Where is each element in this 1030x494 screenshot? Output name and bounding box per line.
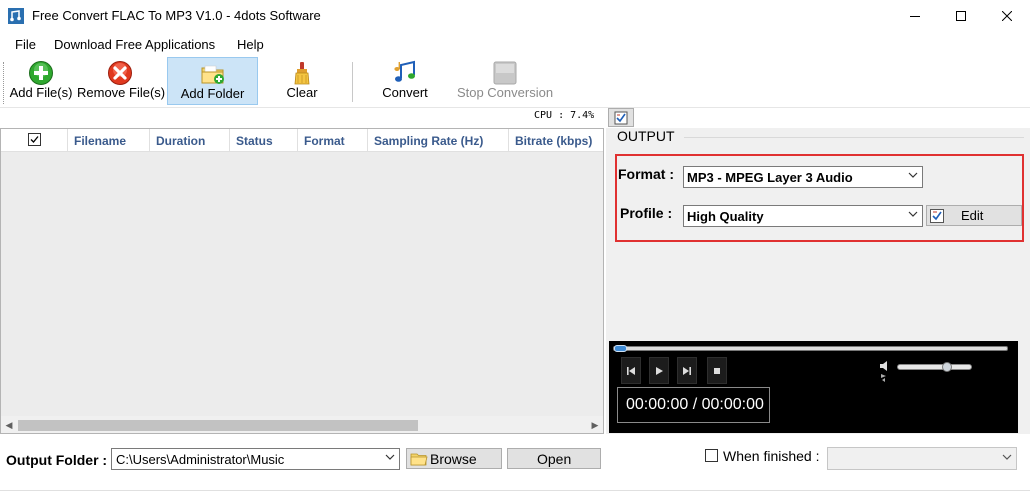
play-icon xyxy=(656,366,663,375)
toolbar-separator xyxy=(352,62,353,102)
window-bottom-edge xyxy=(0,490,1030,491)
convert-label: Convert xyxy=(382,85,428,100)
app-icon xyxy=(8,8,24,24)
remove-files-button[interactable]: Remove File(s) xyxy=(77,57,166,105)
window-title: Free Convert FLAC To MP3 V1.0 - 4dots So… xyxy=(32,8,321,23)
maximize-icon xyxy=(956,11,966,21)
open-label: Open xyxy=(537,451,572,467)
seek-bar[interactable] xyxy=(613,345,1008,352)
cpu-usage-text: CPU : 7.4% xyxy=(534,110,595,121)
profile-select-value: High Quality xyxy=(687,209,764,224)
output-folder-value: C:\Users\Administrator\Music xyxy=(116,452,285,467)
browse-button[interactable]: Browse xyxy=(406,448,502,469)
profile-label: Profile : xyxy=(620,205,673,221)
remove-icon xyxy=(107,60,133,86)
when-finished-select[interactable] xyxy=(827,447,1017,470)
volume-icon[interactable] xyxy=(879,360,893,384)
close-icon xyxy=(1002,11,1012,21)
edit-icon xyxy=(930,209,944,223)
chevron-down-icon xyxy=(908,172,918,178)
toolbar: Add File(s) Remove File(s) Add Folder Cl… xyxy=(0,56,1030,108)
seek-knob[interactable] xyxy=(614,345,627,352)
menu-file[interactable]: File xyxy=(15,37,36,52)
folder-icon xyxy=(410,453,428,466)
column-filename[interactable]: Filename xyxy=(68,129,150,152)
scroll-right-icon[interactable]: ▶ xyxy=(589,420,601,431)
column-sampling-rate[interactable]: Sampling Rate (Hz) xyxy=(368,129,509,152)
stop-icon xyxy=(492,60,518,86)
folder-add-icon xyxy=(200,61,226,87)
format-select[interactable]: MP3 - MPEG Layer 3 Audio xyxy=(683,166,923,188)
minimize-icon xyxy=(910,16,920,17)
column-checkbox[interactable] xyxy=(1,129,68,152)
convert-button[interactable]: Convert xyxy=(378,57,432,105)
cpu-toggle-button[interactable] xyxy=(608,108,634,127)
format-select-value: MP3 - MPEG Layer 3 Audio xyxy=(687,170,853,185)
maximize-button[interactable] xyxy=(938,0,984,32)
output-folder-input[interactable]: C:\Users\Administrator\Music xyxy=(111,448,400,470)
stop-button[interactable] xyxy=(707,357,727,384)
close-button[interactable] xyxy=(984,0,1030,32)
edit-profile-button[interactable]: Edit xyxy=(926,205,1022,226)
stop-conversion-label: Stop Conversion xyxy=(456,85,554,100)
chevron-down-icon xyxy=(908,211,918,217)
clear-brush-icon xyxy=(289,60,315,86)
when-finished-label: When finished : xyxy=(723,448,820,464)
menu-bar: File Download Free Applications Help xyxy=(0,34,1030,56)
add-icon xyxy=(28,60,54,86)
music-notes-icon xyxy=(392,60,418,86)
file-list[interactable]: Filename Duration Status Format Sampling… xyxy=(0,128,604,434)
minimize-button[interactable] xyxy=(892,0,938,32)
previous-button[interactable] xyxy=(621,357,641,384)
stop-conversion-button[interactable]: Stop Conversion xyxy=(454,57,556,105)
add-folder-label: Add Folder xyxy=(180,86,245,101)
column-status[interactable]: Status xyxy=(230,129,298,152)
checklist-icon xyxy=(614,111,628,124)
scroll-left-icon[interactable]: ◀ xyxy=(3,420,15,431)
remove-files-label: Remove File(s) xyxy=(77,85,166,100)
edit-label: Edit xyxy=(961,208,984,223)
column-duration[interactable]: Duration xyxy=(150,129,230,152)
column-bitrate[interactable]: Bitrate (kbps) xyxy=(509,129,603,152)
menu-help[interactable]: Help xyxy=(237,37,264,52)
menu-download-free-applications[interactable]: Download Free Applications xyxy=(54,37,215,52)
browse-label: Browse xyxy=(430,451,477,467)
skip-back-icon xyxy=(627,366,635,375)
media-player: 00:00:00 / 00:00:00 xyxy=(609,341,1018,433)
add-folder-button[interactable]: Add Folder xyxy=(167,57,258,105)
stop-playback-icon xyxy=(714,367,720,374)
file-list-header: Filename Duration Status Format Sampling… xyxy=(1,129,603,152)
clear-label: Clear xyxy=(286,85,318,100)
checkbox-checked-icon xyxy=(28,133,41,146)
horizontal-scrollbar[interactable]: ◀ ▶ xyxy=(1,416,603,433)
volume-knob[interactable] xyxy=(942,362,952,372)
output-divider xyxy=(684,137,1024,138)
volume-slider[interactable] xyxy=(897,362,972,372)
when-finished-checkbox[interactable] xyxy=(705,449,718,462)
skip-forward-icon xyxy=(683,366,691,375)
title-bar: Free Convert FLAC To MP3 V1.0 - 4dots So… xyxy=(0,0,1030,32)
format-label: Format : xyxy=(618,166,674,182)
play-button[interactable] xyxy=(649,357,669,384)
next-button[interactable] xyxy=(677,357,697,384)
chevron-down-icon[interactable] xyxy=(385,454,395,460)
time-display: 00:00:00 / 00:00:00 xyxy=(617,387,770,423)
open-button[interactable]: Open xyxy=(507,448,601,469)
add-files-label: Add File(s) xyxy=(9,85,73,100)
toolbar-grip[interactable] xyxy=(3,62,5,104)
column-format[interactable]: Format xyxy=(298,129,368,152)
output-folder-label: Output Folder : xyxy=(6,452,108,468)
add-files-button[interactable]: Add File(s) xyxy=(9,57,73,105)
profile-select[interactable]: High Quality xyxy=(683,205,923,227)
output-section-title: OUTPUT xyxy=(617,128,675,144)
scrollbar-thumb[interactable] xyxy=(18,420,418,431)
chevron-down-icon xyxy=(1002,454,1012,460)
clear-button[interactable]: Clear xyxy=(280,57,324,105)
